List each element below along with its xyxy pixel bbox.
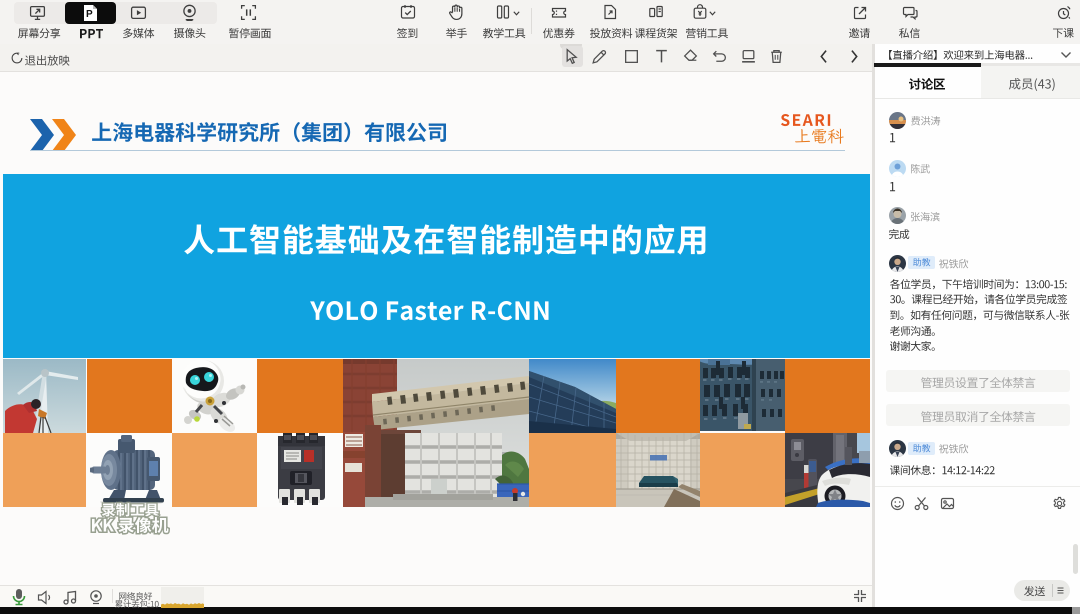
svg-text:P: P: [86, 9, 93, 20]
